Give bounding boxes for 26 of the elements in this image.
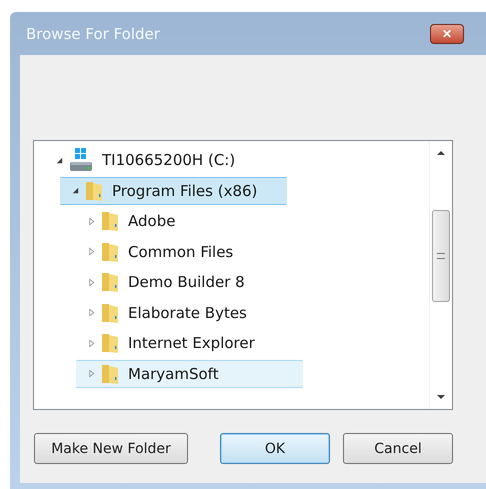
dialog-button[interactable]: Cancel (343, 433, 453, 464)
folder-item[interactable]: Program Files (x86) (60, 176, 287, 205)
scrollbar[interactable] (429, 141, 452, 409)
folder-icon (100, 240, 120, 263)
expander-icon[interactable] (71, 186, 80, 196)
dialog-button[interactable]: OK (220, 433, 330, 464)
drive-icon (68, 147, 94, 174)
folder-icon (100, 332, 120, 354)
folder-item[interactable]: Demo Builder 8 (76, 268, 303, 296)
expander-icon[interactable] (55, 156, 64, 165)
folder-icon (100, 271, 120, 294)
folder-icon (100, 210, 120, 232)
scroll-up-icon[interactable] (436, 150, 446, 156)
folder-icon (100, 362, 120, 385)
folder-item[interactable]: MaryamSoft (76, 360, 303, 388)
folder-icon (84, 180, 104, 202)
folder-item[interactable]: Elaborate Bytes (76, 298, 303, 327)
drive-item[interactable]: TI10665200H (C:) (44, 146, 271, 174)
scroll-thumb[interactable] (432, 210, 450, 302)
folder-icon (100, 302, 120, 324)
folder-item[interactable]: Adobe (76, 207, 303, 236)
new-folder-button[interactable]: Make New Folder (34, 433, 188, 464)
folder-item[interactable]: Internet Explorer (76, 329, 303, 358)
window-title: Browse For Folder (25, 24, 160, 42)
scroll-down-icon[interactable] (436, 394, 446, 400)
folder-item[interactable]: Common Files (76, 238, 303, 266)
